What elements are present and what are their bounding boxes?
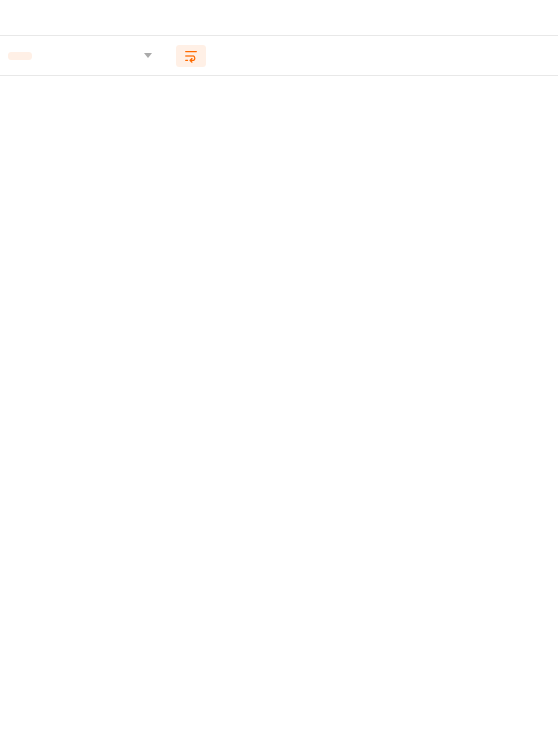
wrap-toggle-button[interactable]	[176, 45, 206, 67]
visualize-button[interactable]	[92, 52, 116, 60]
response-tabs	[0, 0, 558, 36]
tab-header[interactable]	[48, 0, 72, 36]
chevron-down-icon	[144, 53, 152, 58]
tab-test-result[interactable]	[72, 0, 96, 36]
tab-body[interactable]	[0, 0, 24, 36]
raw-button[interactable]	[36, 52, 60, 60]
toolbar	[0, 36, 558, 76]
word-wrap-icon	[184, 49, 198, 63]
tab-cookie[interactable]	[24, 0, 48, 36]
beautify-button[interactable]	[8, 52, 32, 60]
preview-button[interactable]	[64, 52, 88, 60]
format-dropdown[interactable]	[128, 49, 162, 62]
